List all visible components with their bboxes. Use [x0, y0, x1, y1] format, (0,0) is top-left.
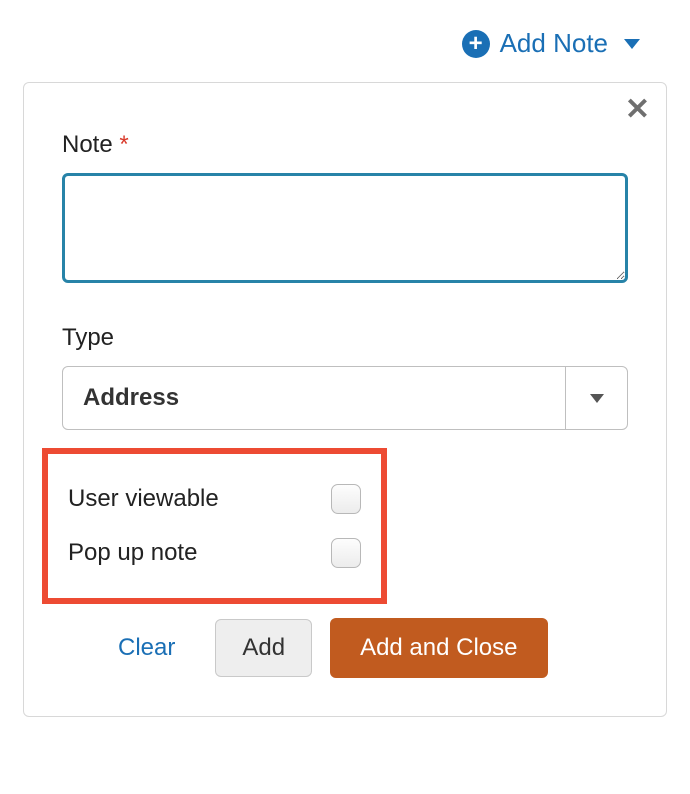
- add-button[interactable]: Add: [215, 619, 312, 677]
- button-row: Clear Add Add and Close: [62, 618, 628, 678]
- popup-note-checkbox[interactable]: [331, 538, 361, 568]
- note-label-text: Note: [62, 131, 113, 158]
- caret-down-icon: [590, 394, 604, 403]
- type-select[interactable]: Address: [62, 366, 628, 430]
- note-textarea[interactable]: [62, 173, 628, 283]
- type-select-arrow[interactable]: [565, 367, 627, 429]
- user-viewable-checkbox[interactable]: [331, 484, 361, 514]
- popup-note-row: Pop up note: [68, 526, 361, 580]
- plus-circle-icon: +: [462, 30, 490, 58]
- add-and-close-button[interactable]: Add and Close: [330, 618, 547, 678]
- type-field-label: Type: [62, 324, 628, 352]
- user-viewable-row: User viewable: [68, 472, 361, 526]
- add-note-panel: ✕ Note * Type Address User viewable Pop …: [23, 82, 667, 717]
- clear-button[interactable]: Clear: [96, 620, 197, 676]
- add-note-label: Add Note: [500, 28, 608, 59]
- caret-down-icon: [624, 39, 640, 49]
- popup-note-label: Pop up note: [68, 539, 197, 567]
- note-field-label: Note *: [62, 131, 628, 159]
- close-icon[interactable]: ✕: [625, 95, 650, 125]
- add-note-dropdown-trigger[interactable]: + Add Note: [462, 28, 640, 59]
- required-mark: *: [119, 131, 128, 158]
- type-select-value: Address: [63, 367, 565, 429]
- user-viewable-label: User viewable: [68, 485, 219, 513]
- highlighted-options-box: User viewable Pop up note: [42, 448, 387, 604]
